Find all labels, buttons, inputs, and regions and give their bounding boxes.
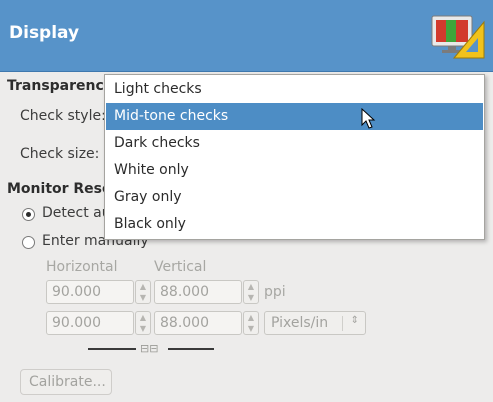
vertical-ppi-value: 88.000	[160, 284, 209, 300]
dropdown-option-gray-only[interactable]: Gray only	[106, 184, 483, 211]
chain-line-right	[168, 348, 214, 350]
vertical-pixels-spinbox[interactable]: 88.000 ▲ ▼	[154, 311, 259, 335]
display-settings-icon	[431, 15, 485, 59]
page-title: Display	[9, 23, 80, 43]
resolution-unit-value: Pixels/in	[271, 315, 329, 331]
chain-link-icon[interactable]: ⊟⊟	[140, 342, 158, 355]
vertical-ppi-stepper[interactable]: ▲ ▼	[243, 280, 259, 304]
dropdown-option-dark-checks[interactable]: Dark checks	[106, 130, 483, 157]
vertical-pixels-stepper[interactable]: ▲ ▼	[243, 311, 259, 335]
vertical-pixels-value: 88.000	[160, 315, 209, 331]
ppi-unit-label: ppi	[264, 284, 286, 300]
horizontal-ppi-value: 90.000	[52, 284, 101, 300]
resolution-unit-combo[interactable]: Pixels/in ⇕	[264, 311, 366, 335]
mouse-cursor-icon	[361, 108, 376, 129]
vertical-ppi-spinbox[interactable]: 88.000 ▲ ▼	[154, 280, 259, 304]
combo-arrows-icon: ⇕	[350, 315, 359, 326]
horizontal-pixels-spinbox[interactable]: 90.000 ▲ ▼	[46, 311, 151, 335]
calibrate-button-label: Calibrate...	[29, 374, 106, 390]
calibrate-button[interactable]: Calibrate...	[20, 369, 112, 395]
section-title-transparency: Transparency	[7, 78, 113, 94]
horizontal-ppi-spinbox[interactable]: 90.000 ▲ ▼	[46, 280, 151, 304]
check-size-label: Check size:	[20, 146, 100, 162]
dropdown-option-white-only[interactable]: White only	[106, 157, 483, 184]
dropdown-option-light-checks[interactable]: Light checks	[106, 76, 483, 103]
dialog-header: Display	[0, 0, 493, 72]
horizontal-ppi-stepper[interactable]: ▲ ▼	[135, 280, 151, 304]
dropdown-option-black-only[interactable]: Black only	[106, 211, 483, 238]
chain-line-left	[88, 348, 136, 350]
enter-manually-radio[interactable]	[22, 236, 35, 249]
dropdown-option-mid-tone-checks[interactable]: Mid-tone checks	[106, 103, 483, 130]
detect-automatically-label: Detect au	[42, 205, 111, 221]
horizontal-label: Horizontal	[46, 259, 118, 275]
detect-automatically-radio[interactable]	[22, 208, 35, 221]
vertical-label: Vertical	[154, 259, 207, 275]
horizontal-pixels-stepper[interactable]: ▲ ▼	[135, 311, 151, 335]
section-title-monitor-resolution: Monitor Reso	[7, 181, 112, 197]
check-style-dropdown[interactable]: Light checks Mid-tone checks Dark checks…	[104, 74, 485, 240]
horizontal-pixels-value: 90.000	[52, 315, 101, 331]
check-style-label: Check style:	[20, 108, 106, 124]
